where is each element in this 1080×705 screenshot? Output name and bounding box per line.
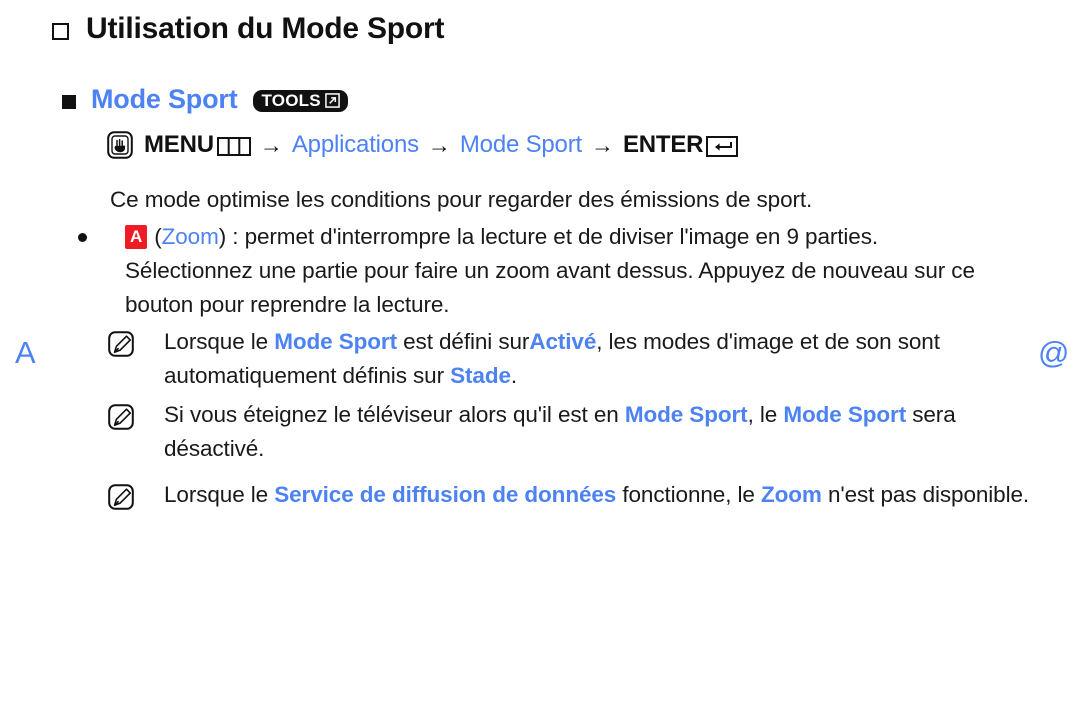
menu-path-arrow-2: → xyxy=(427,131,451,158)
square-outline-icon xyxy=(52,22,69,40)
note-item: Lorsque le Service de diffusion de donné… xyxy=(108,478,1029,515)
note-keyword: Activé xyxy=(529,329,597,354)
menu-path-segment-enter: ENTER xyxy=(622,131,704,158)
arrow-out-box-icon xyxy=(324,92,340,108)
red-key-a-badge: A xyxy=(125,225,148,249)
note-text: Si vous éteignez le téléviseur alors qu'… xyxy=(164,398,1044,466)
list-item-description: : permet d'interrompre la lecture et de … xyxy=(125,224,975,317)
note-part: Lorsque le xyxy=(164,329,275,354)
paren-open: ( xyxy=(154,224,162,249)
margin-mark-left: A xyxy=(15,335,36,370)
menu-path-segment-mode-sport: Mode Sport xyxy=(459,131,582,158)
note-part: fonctionne, le xyxy=(616,482,761,507)
note-keyword: Mode Sport xyxy=(624,402,748,427)
enter-return-icon xyxy=(706,135,739,157)
note-item: Lorsque le Mode Sport est défini surActi… xyxy=(108,325,1044,393)
intro-paragraph: Ce mode optimise les conditions pour reg… xyxy=(110,187,813,212)
menu-path-segment-applications: Applications xyxy=(291,131,419,158)
note-part: n'est pas disponible. xyxy=(821,482,1030,507)
note-keyword: Zoom xyxy=(760,482,822,507)
note-text: Lorsque le Service de diffusion de donné… xyxy=(164,478,1029,512)
list-item: A (Zoom) : permet d'interrompre la lectur… xyxy=(78,220,1005,322)
note-pencil-icon xyxy=(108,331,134,362)
list-item-text: A (Zoom) : permet d'interrompre la lectur… xyxy=(125,220,1005,322)
section-heading-text: Mode Sport xyxy=(91,84,238,114)
dot-bullet-icon xyxy=(78,233,87,242)
note-keyword: Mode Sport xyxy=(783,402,907,427)
hand-press-button-icon xyxy=(107,131,133,159)
note-keyword: Stade xyxy=(450,363,511,388)
square-filled-icon xyxy=(62,94,76,109)
tools-badge-label: TOOLS xyxy=(261,90,321,110)
page-title: Utilisation du Mode Sport xyxy=(52,12,445,46)
note-pencil-icon xyxy=(108,404,134,435)
menu-path-arrow-3: → xyxy=(590,131,614,158)
paren-close: ) xyxy=(218,224,227,249)
note-pencil-icon xyxy=(108,484,134,515)
note-part: , le xyxy=(747,402,784,427)
note-text: Lorsque le Mode Sport est défini surActi… xyxy=(164,325,1044,393)
menu-grid-icon xyxy=(216,136,251,156)
note-part: est défini sur xyxy=(396,329,530,354)
menu-path-segment-menu: MENU xyxy=(144,131,214,158)
note-item: Si vous éteignez le téléviseur alors qu'… xyxy=(108,398,1044,466)
tools-badge: TOOLS xyxy=(252,89,348,112)
note-part: Si vous éteignez le téléviseur alors qu'… xyxy=(164,402,625,427)
note-keyword: Mode Sport xyxy=(274,329,397,354)
note-part: . xyxy=(510,363,518,388)
menu-path: MENU → Applications → Mode Sport → ENTER xyxy=(107,131,739,159)
manual-page: A @ Utilisation du Mode Sport Mode Sport… xyxy=(0,0,1080,705)
page-title-text: Utilisation du Mode Sport xyxy=(86,12,445,45)
note-part: Lorsque le xyxy=(164,482,275,507)
note-keyword: Service de diffusion de données xyxy=(274,482,617,507)
menu-path-arrow-1: → xyxy=(259,131,283,158)
key-name-zoom: Zoom xyxy=(161,224,219,249)
section-heading: Mode Sport TOOLS xyxy=(62,84,348,115)
